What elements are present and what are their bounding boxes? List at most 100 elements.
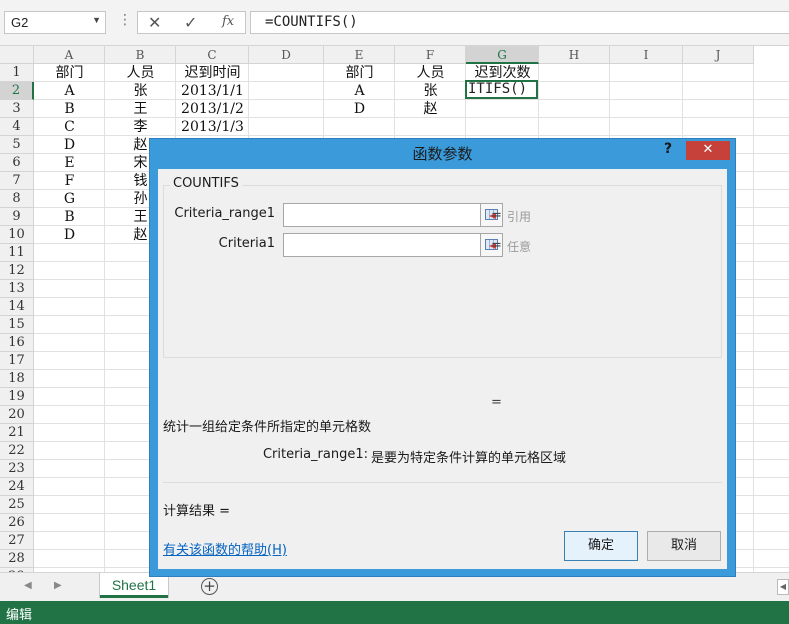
column-header-d[interactable]: D: [249, 46, 324, 64]
cell-a5[interactable]: D: [34, 136, 105, 154]
horizontal-scroll-left-icon[interactable]: ◀: [777, 579, 789, 595]
row-header-1[interactable]: 1: [0, 64, 34, 82]
name-box[interactable]: G2 ▼: [4, 11, 106, 34]
column-header-c[interactable]: C: [176, 46, 249, 64]
cell-c4[interactable]: 2013/1/3: [176, 118, 249, 136]
formula-bar-area: G2 ▼ ⋮ ✕ ✓ fx =COUNTIFS(): [0, 0, 789, 46]
add-sheet-icon[interactable]: +: [201, 578, 218, 595]
formula-result-eq: =: [491, 395, 502, 410]
arg-description-name: Criteria_range1:: [262, 447, 368, 462]
column-header-j[interactable]: J: [683, 46, 754, 64]
row-header-17[interactable]: 17: [0, 352, 34, 370]
cell-e2[interactable]: A: [324, 82, 395, 100]
row-header-14[interactable]: 14: [0, 298, 34, 316]
help-icon[interactable]: ?: [664, 141, 672, 157]
row-header-22[interactable]: 22: [0, 442, 34, 460]
criteria-range1-input[interactable]: [283, 203, 481, 227]
arg-description-text: 是要为特定条件计算的单元格区域: [371, 451, 567, 466]
cell-e1[interactable]: 部门: [324, 64, 395, 82]
row-header-25[interactable]: 25: [0, 496, 34, 514]
row-header-19[interactable]: 19: [0, 388, 34, 406]
row-header-4[interactable]: 4: [0, 118, 34, 136]
active-cell-g2[interactable]: ITIFS(): [465, 80, 538, 99]
select-all-corner[interactable]: [0, 46, 34, 64]
cell-c3[interactable]: 2013/1/2: [176, 100, 249, 118]
column-header-a[interactable]: A: [34, 46, 105, 64]
row-header-18[interactable]: 18: [0, 370, 34, 388]
arg-label-criteria-range1: Criteria_range1: [174, 206, 275, 221]
cell-a1[interactable]: 部门: [34, 64, 105, 82]
row-header-28[interactable]: 28: [0, 550, 34, 568]
row-header-9[interactable]: 9: [0, 208, 34, 226]
cell-a4[interactable]: C: [34, 118, 105, 136]
cell-c2[interactable]: 2013/1/1: [176, 82, 249, 100]
arg-label-criteria1: Criteria1: [218, 236, 275, 251]
function-help-link[interactable]: 有关该函数的帮助(H): [163, 539, 287, 558]
column-header-i[interactable]: I: [610, 46, 683, 64]
cell-a6[interactable]: E: [34, 154, 105, 172]
cell-c1[interactable]: 迟到时间: [176, 64, 249, 82]
function-name: COUNTIFS: [170, 176, 242, 191]
row-header-16[interactable]: 16: [0, 334, 34, 352]
row-header-20[interactable]: 20: [0, 406, 34, 424]
cancel-button[interactable]: 取消: [647, 531, 721, 561]
column-header-g[interactable]: G: [466, 46, 539, 64]
row-header-13[interactable]: 13: [0, 280, 34, 298]
row-header-5[interactable]: 5: [0, 136, 34, 154]
row-header-24[interactable]: 24: [0, 478, 34, 496]
dialog-title: 函数参数: [412, 145, 473, 163]
criteria1-input[interactable]: [283, 233, 481, 257]
scroll-tabs-right-icon[interactable]: ▶: [54, 580, 62, 591]
row-header-23[interactable]: 23: [0, 460, 34, 478]
cell-b2[interactable]: 张: [105, 82, 176, 100]
confirm-edit-icon[interactable]: ✓: [184, 13, 197, 32]
row-header-8[interactable]: 8: [0, 190, 34, 208]
cell-b3[interactable]: 王: [105, 100, 176, 118]
dialog-body: COUNTIFS Criteria_range1 = 引用 Criteria1 …: [158, 169, 727, 569]
cell-a9[interactable]: B: [34, 208, 105, 226]
scroll-tabs-left-icon[interactable]: ◀: [24, 580, 32, 591]
more-icon: ⋮: [118, 12, 132, 28]
column-header-f[interactable]: F: [395, 46, 466, 64]
cell-a3[interactable]: B: [34, 100, 105, 118]
cell-b1[interactable]: 人员: [105, 64, 176, 82]
cell-f2[interactable]: 张: [395, 82, 466, 100]
cell-a10[interactable]: D: [34, 226, 105, 244]
row-header-26[interactable]: 26: [0, 514, 34, 532]
column-header-h[interactable]: H: [539, 46, 610, 64]
formula-buttons: ✕ ✓ fx: [137, 11, 246, 34]
close-icon[interactable]: ✕: [686, 141, 730, 160]
ok-button[interactable]: 确定: [564, 531, 638, 561]
cancel-edit-icon[interactable]: ✕: [148, 13, 161, 32]
row-header-15[interactable]: 15: [0, 316, 34, 334]
insert-function-icon[interactable]: fx: [222, 14, 234, 29]
formula-input[interactable]: =COUNTIFS(): [250, 11, 789, 34]
row-header-21[interactable]: 21: [0, 424, 34, 442]
name-box-value: G2: [11, 15, 29, 30]
column-header-b[interactable]: B: [105, 46, 176, 64]
cell-f1[interactable]: 人员: [395, 64, 466, 82]
cell-e3[interactable]: D: [324, 100, 395, 118]
arg-hint-2: 任意: [507, 240, 532, 254]
row-header-6[interactable]: 6: [0, 154, 34, 172]
row-header-11[interactable]: 11: [0, 244, 34, 262]
row-header-7[interactable]: 7: [0, 172, 34, 190]
cell-a8[interactable]: G: [34, 190, 105, 208]
status-mode: 编辑: [6, 608, 33, 623]
cell-f3[interactable]: 赵: [395, 100, 466, 118]
row-header-10[interactable]: 10: [0, 226, 34, 244]
row-header-3[interactable]: 3: [0, 100, 34, 118]
divider: [163, 482, 722, 483]
calculation-result: 计算结果 =: [163, 504, 231, 519]
function-args-group: COUNTIFS Criteria_range1 = 引用 Criteria1 …: [163, 176, 722, 358]
row-header-2[interactable]: 2: [0, 82, 34, 100]
chevron-down-icon[interactable]: ▼: [92, 15, 101, 25]
arg-hint-1: 引用: [507, 210, 532, 224]
row-header-27[interactable]: 27: [0, 532, 34, 550]
cell-b4[interactable]: 李: [105, 118, 176, 136]
cell-a7[interactable]: F: [34, 172, 105, 190]
function-description: 统计一组给定条件所指定的单元格数: [163, 420, 372, 435]
column-header-e[interactable]: E: [324, 46, 395, 64]
cell-a2[interactable]: A: [34, 82, 105, 100]
row-header-12[interactable]: 12: [0, 262, 34, 280]
